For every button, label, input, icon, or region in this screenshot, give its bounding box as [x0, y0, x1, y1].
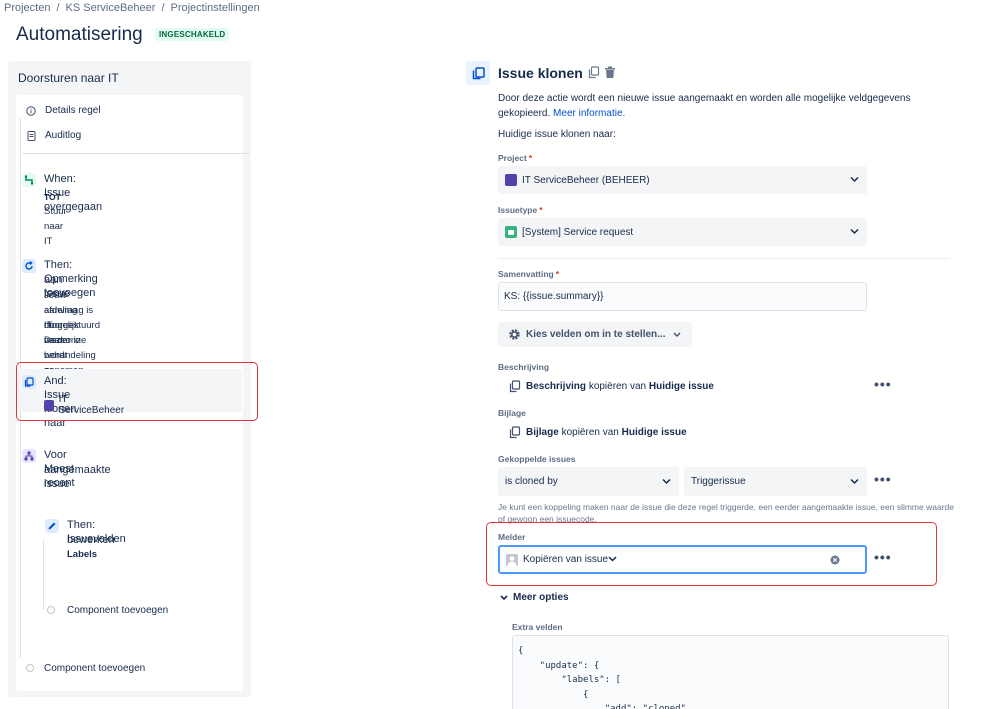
issuetype-label: Issuetype *: [498, 205, 543, 215]
link-target-select[interactable]: Triggerissue: [684, 467, 867, 496]
extra-fields-label: Extra velden: [512, 622, 563, 632]
auditlog-label: Auditlog: [45, 130, 82, 141]
attachment-copy-row[interactable]: Bijlage kopiëren van Huidige issue: [509, 426, 687, 439]
document-icon: [26, 130, 36, 141]
page-title: Automatisering: [16, 24, 143, 45]
description-more-icon[interactable]: •••: [874, 376, 892, 392]
details-rule-label: Details regel: [45, 105, 101, 116]
step-branch-title2: aangemaakte issue: [44, 464, 111, 490]
action-refresh-icon: [22, 259, 36, 273]
attachment-source: Huidige issue: [621, 427, 687, 438]
add-component-inner[interactable]: Component toevoegen: [67, 605, 168, 616]
more-options-toggle[interactable]: Meer opties: [500, 592, 569, 603]
divider: [498, 258, 950, 259]
copy-icon: [509, 380, 521, 393]
breadcrumb: Projecten / KS ServiceBeheer / Projectinstel…: [4, 2, 260, 14]
choose-fields-label: Kies velden om in te stellen...: [526, 329, 666, 340]
extra-fields-editor[interactable]: { "update": { "labels": [ { "add": "clon…: [512, 635, 949, 709]
linked-issues-label: Gekoppelde issues: [498, 454, 576, 464]
action-description: Door deze actie wordt een nieuwe issue a…: [498, 91, 958, 121]
link-type-select[interactable]: is cloned by: [498, 467, 679, 496]
highlight-reporter-field: [486, 522, 937, 586]
breadcrumb-item-projects[interactable]: Projecten: [4, 2, 50, 14]
project-avatar-icon: [505, 174, 517, 186]
description-copy-row[interactable]: Beschrijving kopiëren van Huidige issue: [509, 380, 714, 393]
issuetype-select[interactable]: [System] Service request: [498, 218, 867, 246]
action-copy-icon: [466, 61, 490, 85]
chevron-down-icon: [850, 227, 859, 238]
rule-title: Doorsturen naar IT: [18, 71, 119, 85]
add-component-dot-inner: [47, 606, 55, 614]
description-field-name: Beschrijving: [526, 381, 587, 392]
chevron-down-icon: [673, 332, 681, 337]
summary-input[interactable]: KS: {{issue.summary}}: [498, 282, 867, 311]
project-label: Project *: [498, 153, 533, 163]
auditlog-link[interactable]: Auditlog: [26, 130, 81, 141]
more-info-link[interactable]: Meer informatie.: [553, 108, 625, 119]
link-target-value: Triggerissue: [691, 476, 746, 487]
chevron-down-icon: [662, 476, 671, 487]
highlight-clone-step: [16, 362, 258, 421]
trigger-icon: [22, 173, 36, 187]
branch-icon: [22, 449, 36, 463]
info-icon: [26, 105, 36, 116]
description-source: Huidige issue: [648, 381, 714, 392]
chevron-down-icon: [850, 175, 859, 186]
attachment-copy-text: kopiëren van: [561, 427, 619, 438]
step-when-line1: TOT: [44, 192, 61, 202]
divider: [22, 153, 250, 154]
add-component-outer[interactable]: Component toevoegen: [44, 663, 145, 674]
step-then-edit-sub: Labels: [67, 549, 98, 560]
service-request-icon: [505, 226, 517, 238]
details-rule-link[interactable]: Details regel: [26, 105, 101, 116]
status-badge: INGESCHAKELD: [155, 28, 230, 41]
breadcrumb-item-project[interactable]: KS ServiceBeheer: [66, 2, 156, 14]
chevron-down-icon: [500, 595, 508, 600]
copy-icon: [509, 426, 521, 439]
branch-flow-line: [43, 540, 44, 610]
description-label: Beschrijving: [498, 362, 550, 372]
summary-label: Samenvatting *: [498, 269, 560, 279]
trash-icon[interactable]: [604, 66, 616, 84]
action-title: Issue klonen: [498, 65, 583, 81]
clone-target-subtitle: Huidige issue klonen naar:: [498, 129, 616, 140]
project-select-value: IT ServiceBeheer (BEHEER): [522, 174, 650, 186]
linked-issues-more-icon[interactable]: •••: [874, 471, 892, 487]
pencil-icon: [45, 519, 59, 533]
step-then-edit-title2: bewerken: [67, 534, 115, 546]
chevron-down-icon: [850, 476, 859, 487]
gear-icon: [508, 328, 521, 341]
attachment-field-name: Bijlage: [526, 427, 559, 438]
add-component-dot-outer: [26, 664, 34, 672]
choose-fields-button[interactable]: Kies velden om in te stellen...: [498, 322, 692, 347]
duplicate-icon[interactable]: [588, 66, 600, 84]
breadcrumb-item-settings[interactable]: Projectinstellingen: [171, 2, 260, 14]
link-type-value: is cloned by: [505, 476, 558, 487]
more-options-label: Meer opties: [513, 592, 569, 603]
step-when-line2: Stuur naar IT: [44, 206, 67, 247]
description-copy-text: kopiëren van: [588, 381, 647, 392]
issuetype-select-value: [System] Service request: [522, 226, 634, 238]
project-select[interactable]: IT ServiceBeheer (BEHEER): [498, 166, 867, 194]
attachment-label: Bijlage: [498, 408, 526, 418]
